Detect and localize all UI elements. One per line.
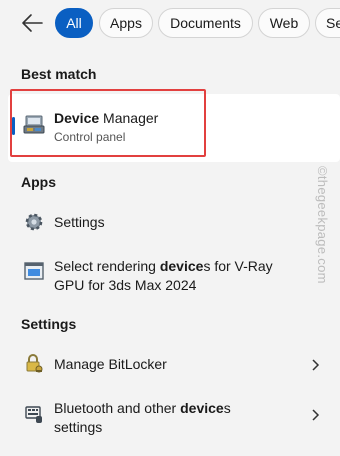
app-result-vray-line1: Select rendering devices for V-Ray (54, 258, 273, 274)
gear-icon (25, 213, 43, 231)
filter-bar: All Apps Documents Web Se (0, 0, 340, 46)
app-result-settings-title: Settings (54, 214, 105, 230)
settings-result-bluetooth-line2: settings (54, 419, 103, 435)
tab-settings[interactable]: Se (315, 8, 340, 38)
watermark-text: ©thegeekpage.com (315, 166, 330, 284)
settings-result-bluetooth[interactable]: Bluetooth and other devices settings (8, 394, 340, 440)
lock-key-icon (26, 354, 43, 373)
app-result-vray-line2: GPU for 3ds Max 2024 (54, 277, 197, 293)
app-result-settings[interactable]: Settings (8, 202, 340, 242)
settings-result-bitlocker[interactable]: Manage BitLocker (8, 344, 340, 384)
app-window-icon (24, 262, 44, 280)
app-result-vray[interactable]: Select rendering devices for V-Ray GPU f… (8, 252, 340, 298)
back-arrow-icon (22, 14, 43, 32)
chevron-right-icon (312, 409, 320, 421)
tab-apps[interactable]: Apps (99, 8, 153, 38)
tab-web[interactable]: Web (258, 8, 310, 38)
back-button[interactable] (20, 12, 44, 34)
settings-result-bitlocker-title: Manage BitLocker (54, 356, 167, 372)
best-match-heading: Best match (21, 66, 97, 82)
annotation-highlight-box (10, 89, 206, 157)
tab-all[interactable]: All (55, 8, 93, 38)
settings-heading: Settings (21, 316, 77, 332)
settings-result-bluetooth-line1: Bluetooth and other devices (54, 400, 231, 416)
bluetooth-devices-icon (25, 406, 42, 423)
apps-heading: Apps (21, 174, 56, 190)
chevron-right-icon (312, 359, 320, 371)
tab-documents[interactable]: Documents (158, 8, 253, 38)
